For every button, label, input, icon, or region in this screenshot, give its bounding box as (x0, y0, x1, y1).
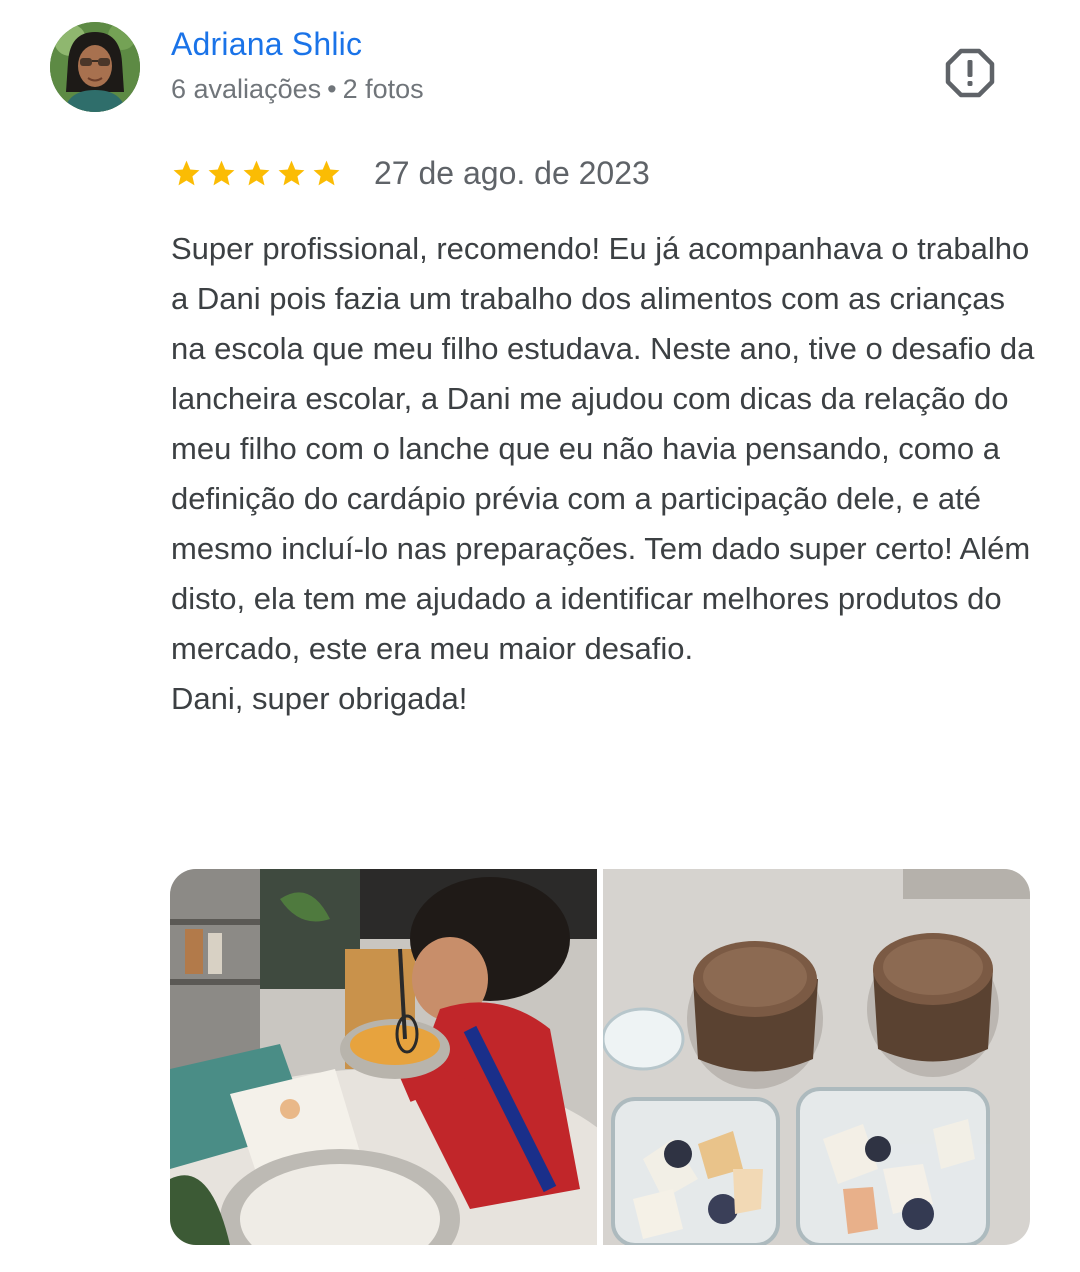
report-flag-icon[interactable] (945, 48, 995, 98)
star-rating (171, 158, 342, 189)
review-photos (170, 869, 1030, 1245)
star-icon (313, 160, 340, 185)
review-photo-2[interactable] (603, 869, 1030, 1245)
review-photo-1[interactable] (170, 869, 597, 1245)
star-icon (278, 160, 305, 185)
review-text: Super profissional, recomendo! Eu já aco… (171, 231, 1035, 716)
avatar-image (50, 22, 140, 112)
star-icon (173, 160, 200, 185)
meta-separator: • (327, 74, 337, 104)
photos-count: 2 fotos (342, 74, 424, 104)
reviewer-name[interactable]: Adriana Shlic (171, 26, 362, 63)
star-icon (208, 160, 235, 185)
reviews-count: 6 avaliações (171, 74, 322, 104)
rating-row: 27 de ago. de 2023 (171, 150, 650, 196)
photo-child-cooking-image (170, 869, 597, 1245)
reviewer-avatar[interactable] (50, 22, 140, 112)
photo-lunchbox-food-image (603, 869, 1030, 1245)
reviewer-meta: 6 avaliações • 2 fotos (171, 74, 424, 105)
star-icon (243, 160, 270, 185)
review-date: 27 de ago. de 2023 (374, 154, 650, 191)
